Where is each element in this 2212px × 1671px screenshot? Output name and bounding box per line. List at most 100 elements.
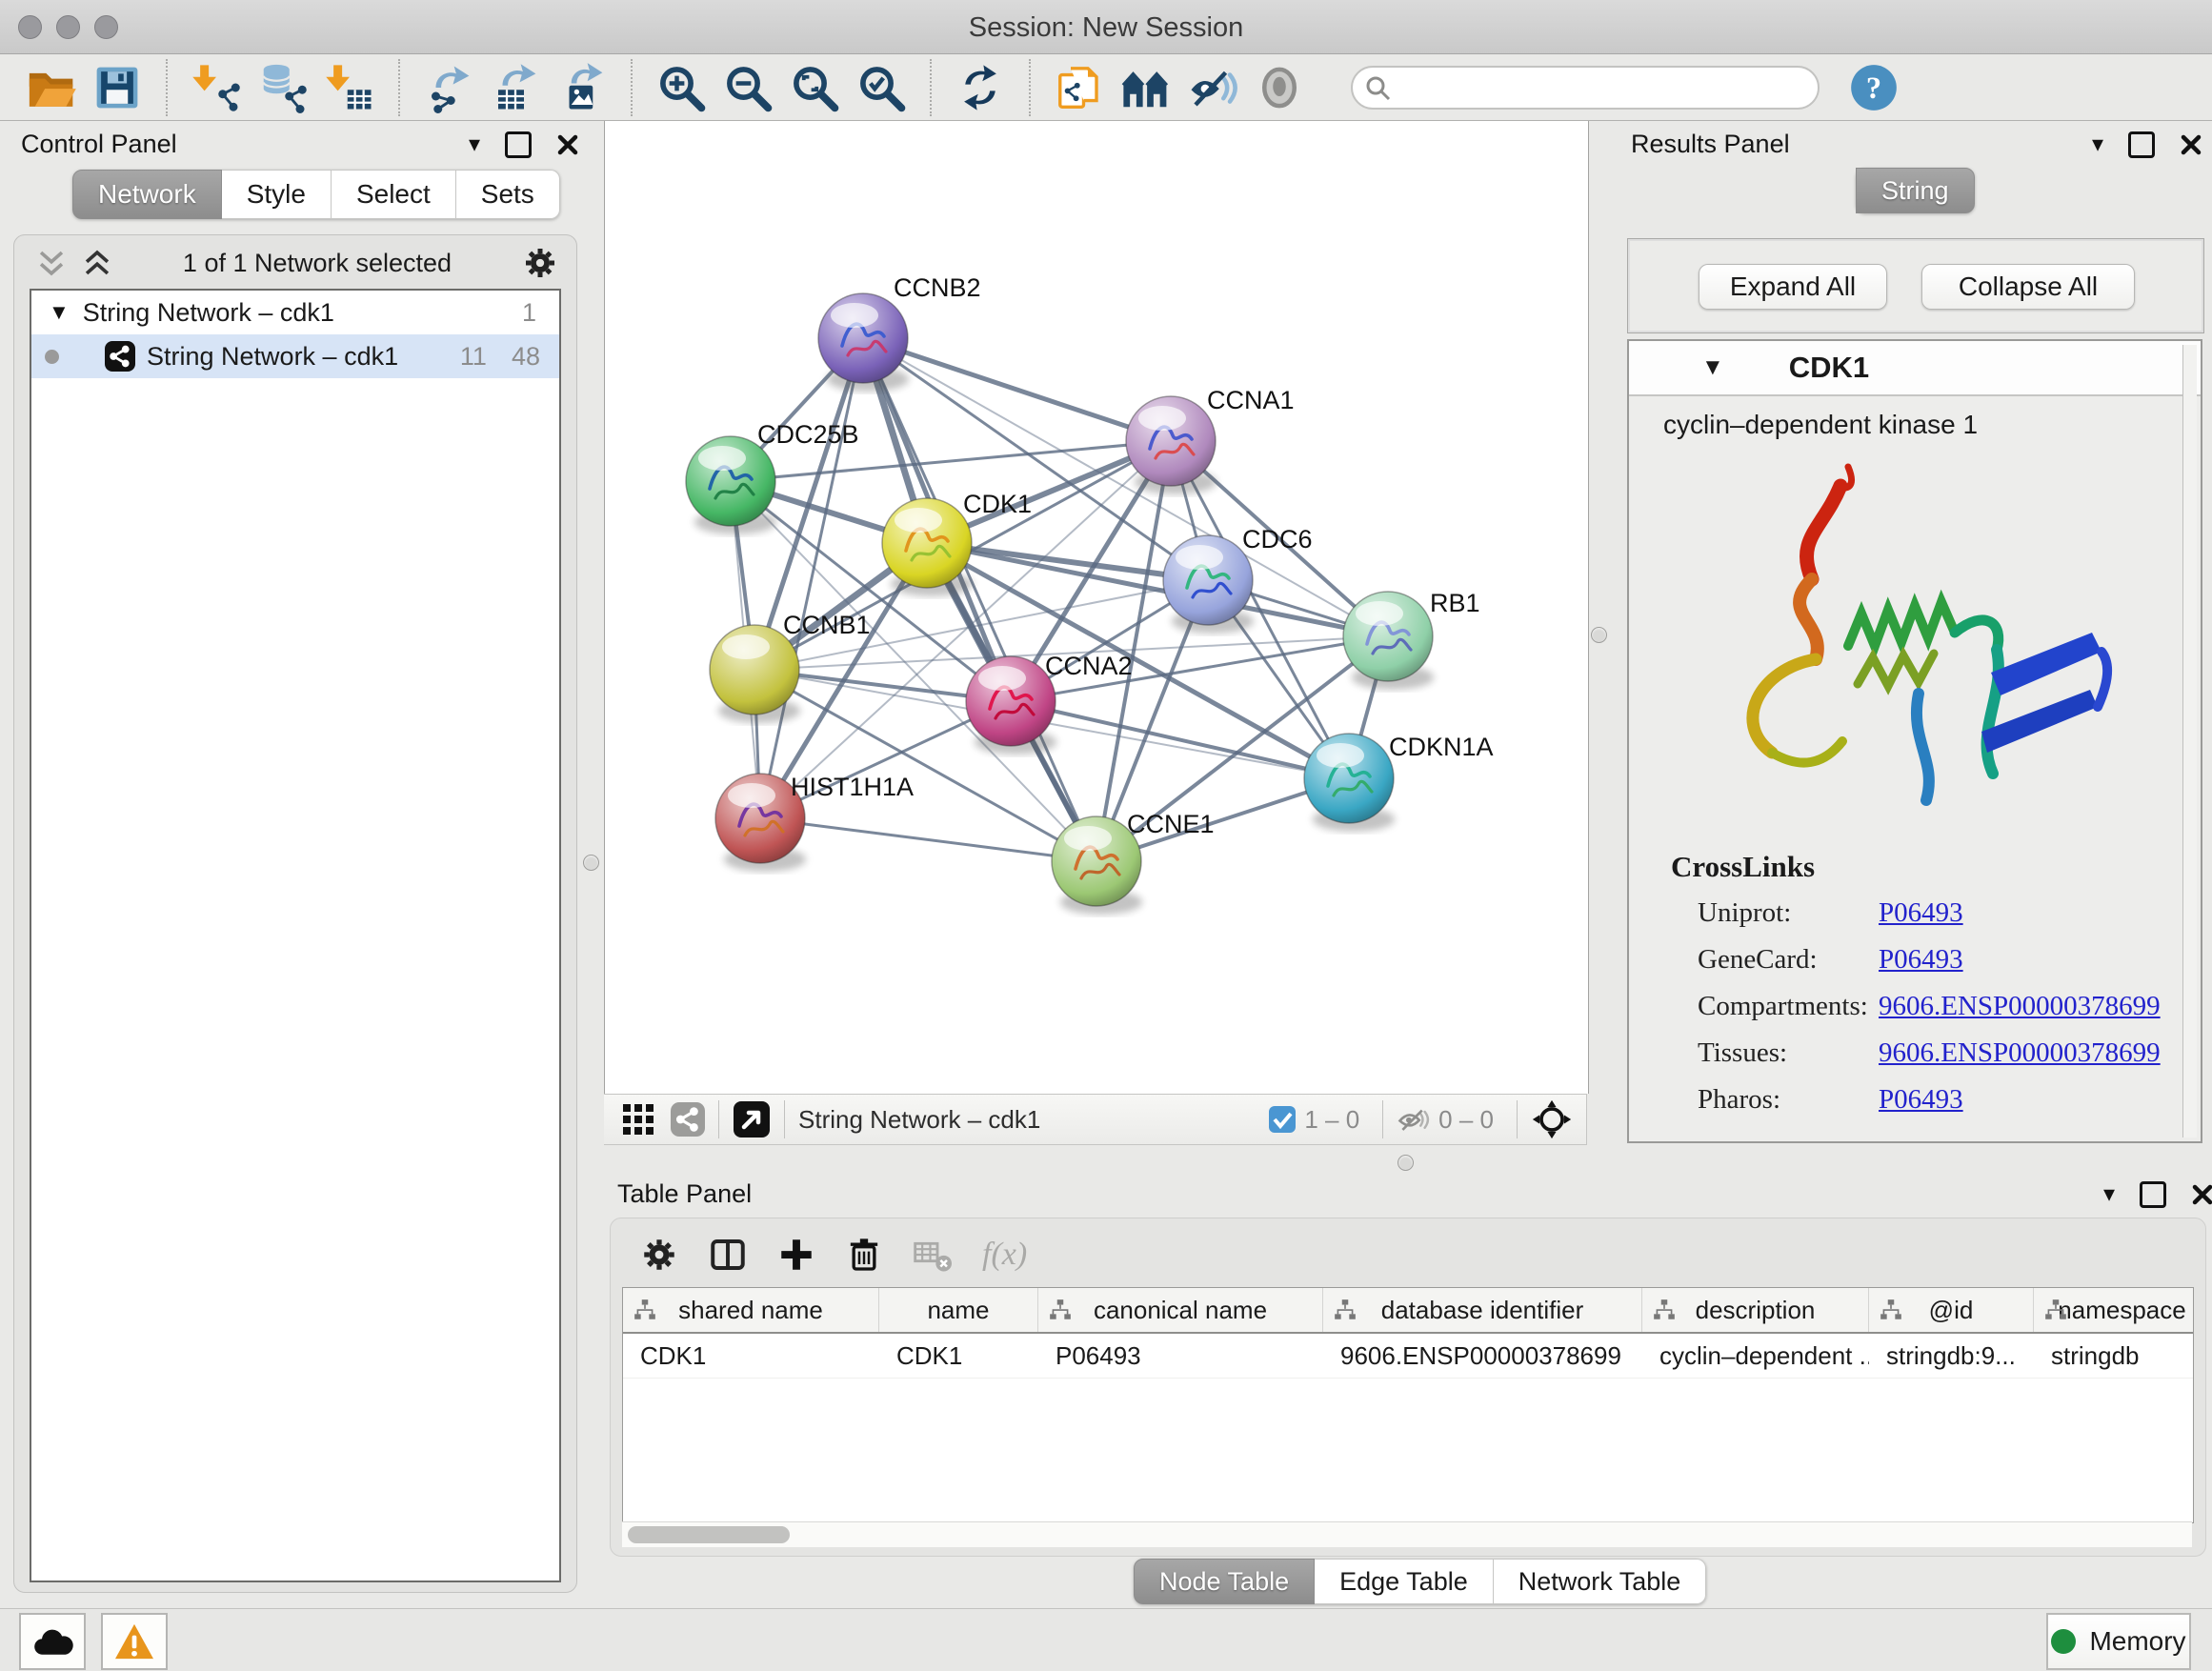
gene-header-row[interactable]: ▼ CDK1 bbox=[1629, 341, 2201, 396]
table-cell[interactable]: stringdb:9... bbox=[1869, 1334, 2034, 1378]
tab-network-table[interactable]: Network Table bbox=[1494, 1559, 1707, 1604]
table-row[interactable]: CDK1CDK1P064939606.ENSP00000378699cyclin… bbox=[623, 1334, 2193, 1379]
float-table-icon[interactable] bbox=[2140, 1181, 2166, 1208]
tab-sets[interactable]: Sets bbox=[456, 170, 560, 219]
table-hscroll-thumb[interactable] bbox=[628, 1526, 790, 1543]
tab-network[interactable]: Network bbox=[72, 170, 222, 219]
collapse-all-tree-icon[interactable] bbox=[81, 247, 113, 279]
table-cell[interactable]: 9606.ENSP00000378699 bbox=[1323, 1334, 1642, 1378]
search-input[interactable] bbox=[1351, 66, 1820, 110]
gene-expander-icon[interactable]: ▼ bbox=[1701, 354, 1724, 381]
table-cell[interactable]: CDK1 bbox=[879, 1334, 1038, 1378]
node-CCNA2[interactable] bbox=[966, 656, 1056, 755]
tab-string[interactable]: String bbox=[1856, 168, 1975, 213]
gene-name: CDK1 bbox=[1789, 351, 1869, 385]
column-header-namespace[interactable]: namespace bbox=[2034, 1288, 2194, 1332]
column-header-shared-name[interactable]: shared name bbox=[623, 1288, 879, 1332]
network-row-selected[interactable]: String Network – cdk1 11 48 bbox=[31, 334, 559, 378]
zoom-selected-icon[interactable] bbox=[854, 60, 909, 115]
results-entry-box: ▼ CDK1 cyclin–dependent kinase 1 bbox=[1627, 339, 2202, 1143]
export-table-icon[interactable] bbox=[488, 60, 543, 115]
tab-node-table[interactable]: Node Table bbox=[1134, 1559, 1315, 1604]
export-network-icon[interactable] bbox=[421, 60, 476, 115]
tree-expander-icon[interactable]: ▼ bbox=[49, 300, 70, 325]
node-CDC6[interactable] bbox=[1163, 535, 1254, 634]
float-results-icon[interactable] bbox=[2128, 131, 2155, 158]
warning-button[interactable] bbox=[101, 1613, 168, 1670]
grid-view-icon[interactable] bbox=[621, 1102, 655, 1137]
node-CCNA1[interactable] bbox=[1126, 396, 1217, 494]
open-session-icon[interactable] bbox=[23, 60, 78, 115]
import-network-file-icon[interactable] bbox=[189, 60, 244, 115]
close-table-icon[interactable] bbox=[2191, 1183, 2212, 1206]
table-cell[interactable]: P06493 bbox=[1038, 1334, 1323, 1378]
results-scrollbar[interactable] bbox=[2182, 345, 2197, 1137]
delete-column-icon[interactable] bbox=[845, 1235, 883, 1275]
node-CCNB1[interactable] bbox=[710, 625, 800, 723]
expand-all-tree-icon[interactable] bbox=[35, 247, 68, 279]
bottom-splitter-handle[interactable] bbox=[1398, 1155, 1414, 1171]
tab-select[interactable]: Select bbox=[332, 170, 456, 219]
column-header--id[interactable]: @id bbox=[1869, 1288, 2034, 1332]
collapse-all-button[interactable]: Collapse All bbox=[1921, 264, 2135, 310]
column-header-description[interactable]: description bbox=[1642, 1288, 1869, 1332]
first-neighbors-icon[interactable] bbox=[1118, 60, 1174, 115]
add-column-icon[interactable] bbox=[776, 1235, 816, 1275]
node-CDKN1A[interactable] bbox=[1304, 734, 1395, 832]
hide-selected-icon[interactable] bbox=[1185, 60, 1240, 115]
table-cell[interactable]: cyclin–dependent ... bbox=[1642, 1334, 1869, 1378]
right-splitter-handle[interactable] bbox=[1591, 627, 1607, 643]
expand-all-button[interactable]: Expand All bbox=[1699, 264, 1887, 310]
node-label-CCNA1: CCNA1 bbox=[1207, 386, 1295, 414]
collapse-results-icon[interactable]: ▾ bbox=[2092, 133, 2103, 156]
crosslink-link[interactable]: P06493 bbox=[1879, 944, 1963, 976]
refresh-icon[interactable] bbox=[953, 60, 1008, 115]
left-splitter-handle[interactable] bbox=[583, 855, 599, 871]
birds-eye-view-icon[interactable] bbox=[733, 1100, 771, 1138]
network-options-gear-icon[interactable] bbox=[521, 244, 559, 282]
table-hscrollbar[interactable] bbox=[622, 1521, 2192, 1547]
gear-icon[interactable] bbox=[639, 1235, 679, 1275]
save-session-icon[interactable] bbox=[90, 60, 145, 115]
column-header-name[interactable]: name bbox=[879, 1288, 1038, 1332]
tab-style[interactable]: Style bbox=[222, 170, 332, 219]
node-CCNB2[interactable] bbox=[818, 293, 909, 392]
cloud-button[interactable] bbox=[19, 1613, 86, 1670]
float-panel-icon[interactable] bbox=[505, 131, 532, 158]
import-table-file-icon[interactable] bbox=[322, 60, 377, 115]
export-image-icon[interactable] bbox=[554, 60, 610, 115]
zoom-out-icon[interactable] bbox=[720, 60, 775, 115]
network-canvas[interactable]: CCNB2CCNA1CDC25BCDK1CDC6RB1CCNB1CCNA2CDK… bbox=[604, 121, 1589, 1094]
function-builder-icon[interactable]: f(x) bbox=[982, 1237, 1027, 1273]
column-header-canonical-name[interactable]: canonical name bbox=[1038, 1288, 1323, 1332]
close-results-icon[interactable] bbox=[2180, 133, 2202, 156]
clone-network-icon[interactable] bbox=[1052, 60, 1107, 115]
zoom-fit-icon[interactable] bbox=[787, 60, 842, 115]
column-header-database-identifier[interactable]: database identifier bbox=[1323, 1288, 1642, 1332]
columns-icon[interactable] bbox=[708, 1235, 748, 1275]
node-CDC25B[interactable] bbox=[686, 436, 776, 534]
delete-table-icon[interactable] bbox=[912, 1236, 954, 1274]
memory-button[interactable]: Memory bbox=[2046, 1613, 2191, 1670]
hidden-eye-icon[interactable] bbox=[1397, 1104, 1431, 1135]
selected-checkbox-icon[interactable] bbox=[1268, 1105, 1297, 1134]
network-badge-icon[interactable] bbox=[671, 1102, 705, 1137]
table-cell[interactable]: CDK1 bbox=[623, 1334, 879, 1378]
show-all-icon[interactable] bbox=[1252, 60, 1307, 115]
crosslink-link[interactable]: P06493 bbox=[1879, 897, 1963, 929]
node-RB1[interactable] bbox=[1343, 592, 1434, 690]
crosslink-link[interactable]: P06493 bbox=[1879, 1084, 1963, 1116]
zoom-in-icon[interactable] bbox=[654, 60, 709, 115]
crosslink-link[interactable]: 9606.ENSP00000378699 bbox=[1879, 991, 2161, 1022]
tab-edge-table[interactable]: Edge Table bbox=[1315, 1559, 1494, 1604]
collapse-panel-icon[interactable]: ▾ bbox=[469, 133, 480, 156]
import-network-database-icon[interactable] bbox=[255, 60, 311, 115]
close-panel-icon[interactable] bbox=[556, 133, 579, 156]
network-collection-row[interactable]: ▼ String Network – cdk1 1 bbox=[31, 291, 559, 334]
collapse-table-icon[interactable]: ▾ bbox=[2103, 1183, 2115, 1206]
fit-selected-crosshair-icon[interactable] bbox=[1531, 1098, 1573, 1140]
help-icon[interactable]: ? bbox=[1846, 60, 1901, 115]
node-CDK1[interactable] bbox=[882, 498, 973, 596]
crosslink-link[interactable]: 9606.ENSP00000378699 bbox=[1879, 1037, 2161, 1069]
table-cell[interactable]: stringdb bbox=[2034, 1334, 2194, 1378]
